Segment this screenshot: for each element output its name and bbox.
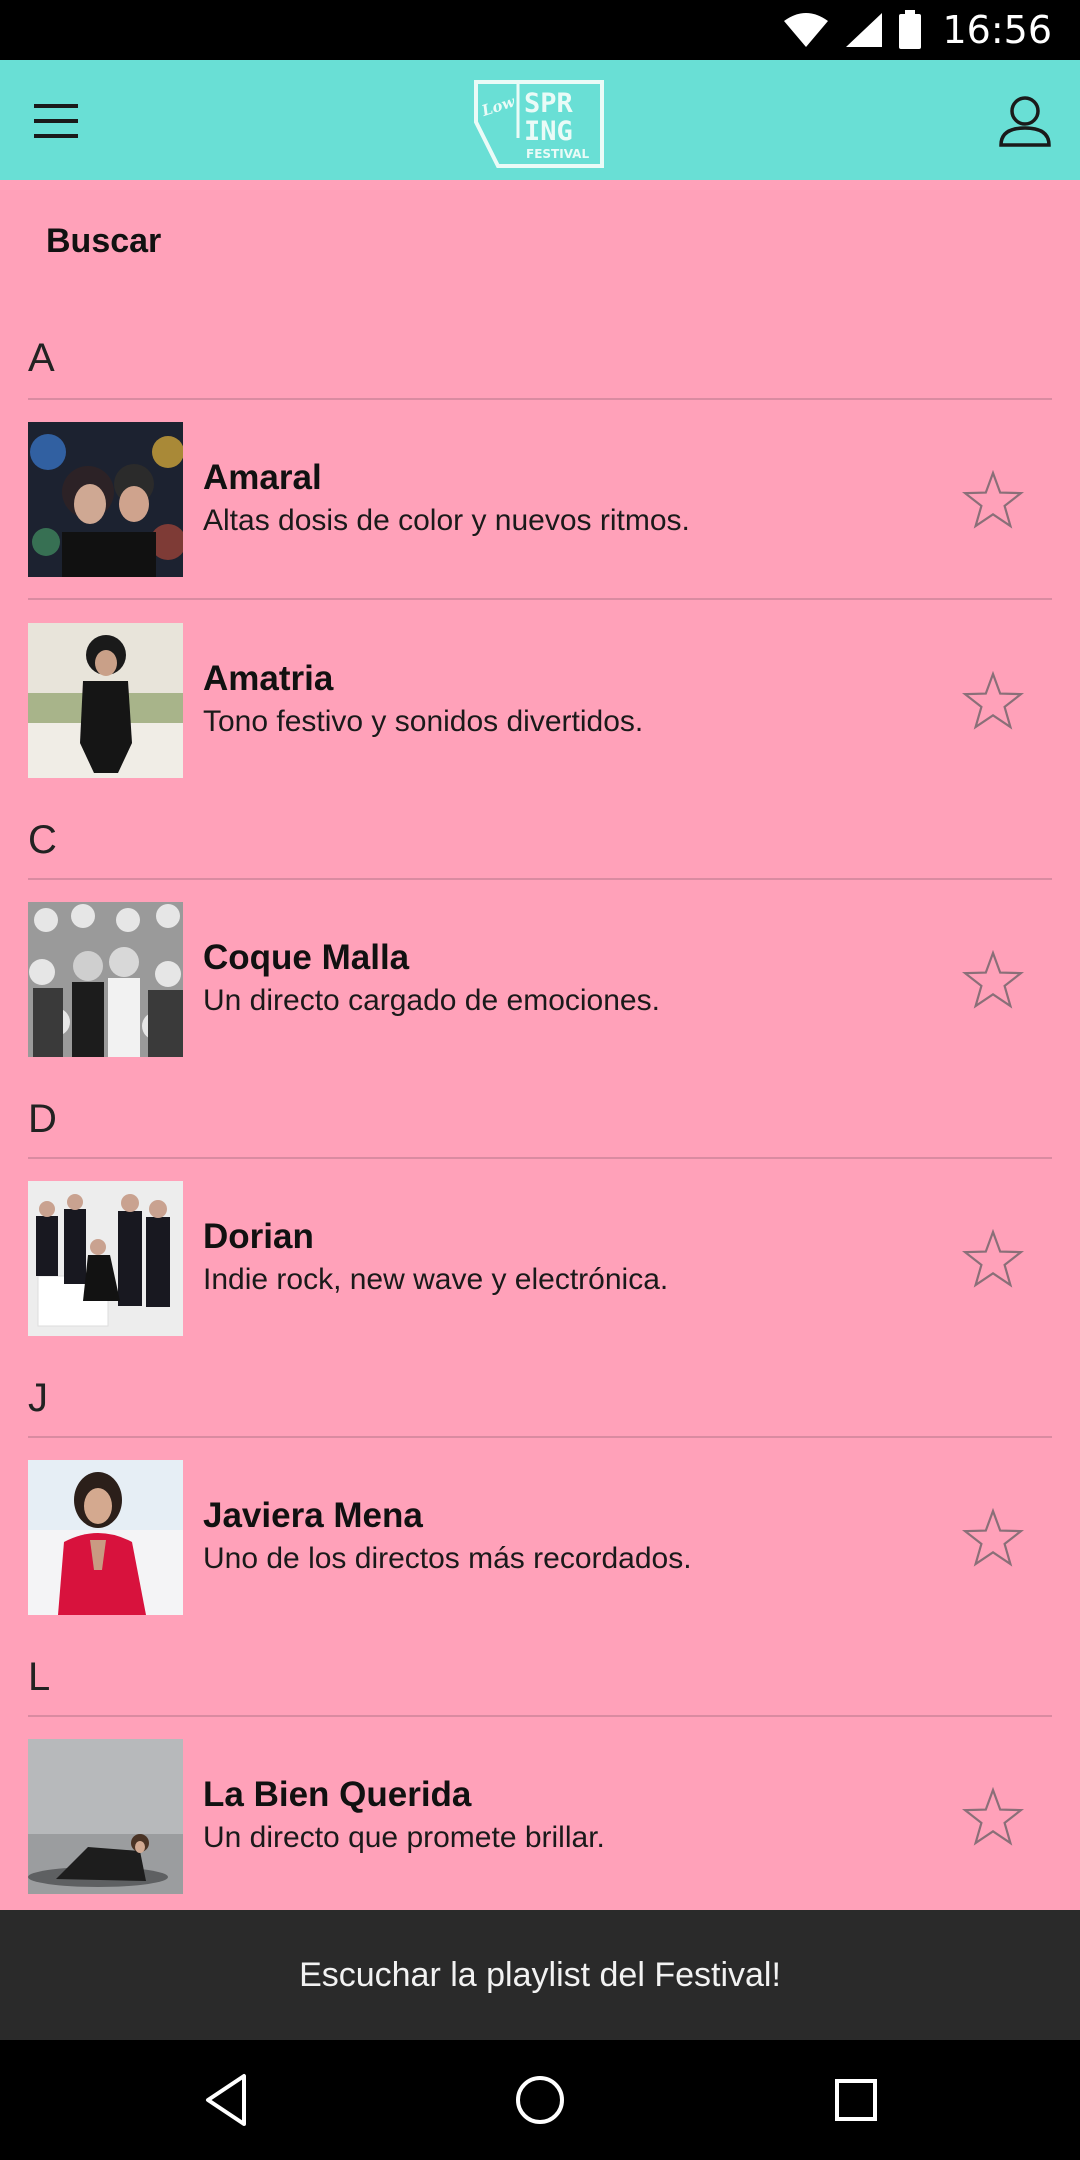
section-letter-a: A: [28, 336, 55, 380]
logo-line-3: FESTIVAL: [526, 147, 589, 161]
row-divider: [28, 598, 1052, 600]
festival-logo: Low SPR ING FESTIVAL: [474, 80, 604, 168]
section-letter-c: C: [28, 818, 57, 862]
status-bar: 16:56: [0, 0, 1080, 60]
artist-photo: [28, 623, 183, 778]
logo-line-1: SPR: [524, 88, 574, 119]
artist-name: Amaral: [203, 458, 322, 497]
favorite-star-icon[interactable]: [962, 1229, 1024, 1289]
artist-description: Un directo cargado de emociones.: [203, 984, 660, 1017]
playlist-banner-button[interactable]: Escuchar la playlist del Festival!: [0, 1910, 1080, 2040]
artist-description: Un directo que promete brillar.: [203, 1821, 605, 1854]
artist-name: Dorian: [203, 1217, 314, 1256]
artist-row-dorian[interactable]: Dorian Indie rock, new wave y electrónic…: [0, 1181, 1080, 1337]
section-letter-l: L: [28, 1655, 51, 1699]
artist-row-amatria[interactable]: Amatria Tono festivo y sonidos divertido…: [0, 623, 1080, 779]
logo-line-2: ING: [524, 116, 573, 147]
artist-name: Coque Malla: [203, 938, 410, 977]
hamburger-menu-button[interactable]: [22, 90, 90, 152]
wifi-icon: [784, 13, 829, 47]
logo-script-text: Low: [479, 92, 518, 120]
artist-description: Uno de los directos más recordados.: [203, 1542, 692, 1575]
section-letter-d: D: [28, 1097, 57, 1141]
artist-description: Tono festivo y sonidos divertidos.: [203, 705, 644, 738]
battery-icon: [899, 10, 922, 49]
favorite-star-icon[interactable]: [962, 1508, 1024, 1568]
section-divider: [28, 1715, 1052, 1717]
user-profile-icon: [999, 96, 1051, 147]
artist-row-amaral[interactable]: Amaral Altas dosis de color y nuevos rit…: [0, 422, 1080, 578]
artist-name: Javiera Mena: [203, 1496, 423, 1535]
artist-name: Amatria: [203, 659, 334, 698]
section-divider: [28, 1436, 1052, 1438]
app-bar: Low SPR ING FESTIVAL: [0, 60, 1080, 180]
section-divider: [28, 878, 1052, 880]
home-icon[interactable]: [510, 2070, 570, 2130]
artist-photo: [28, 1460, 183, 1615]
recents-icon[interactable]: [826, 2070, 886, 2130]
system-nav-bar: [0, 2040, 1080, 2160]
favorite-star-icon[interactable]: [962, 470, 1024, 530]
artist-description: Indie rock, new wave y electrónica.: [203, 1263, 669, 1296]
artist-photo: [28, 1181, 183, 1336]
profile-button[interactable]: [992, 88, 1058, 154]
status-time: 16:56: [942, 8, 1052, 52]
status-icons: 16:56: [782, 0, 1052, 60]
artist-photo: [28, 902, 183, 1057]
artist-photo: [28, 1739, 183, 1894]
favorite-star-icon[interactable]: [962, 950, 1024, 1010]
artist-row-coque-malla[interactable]: Coque Malla Un directo cargado de emocio…: [0, 902, 1080, 1058]
artist-row-la-bien-querida[interactable]: La Bien Querida Un directo que promete b…: [0, 1739, 1080, 1895]
section-divider: [28, 1157, 1052, 1159]
artist-name: La Bien Querida: [203, 1775, 472, 1814]
section-divider: [28, 398, 1052, 400]
search-field[interactable]: Buscar: [46, 222, 161, 261]
favorite-star-icon[interactable]: [962, 1787, 1024, 1847]
hamburger-menu-icon: [34, 104, 78, 138]
artist-photo: [28, 422, 183, 577]
favorite-star-icon[interactable]: [962, 671, 1024, 731]
back-icon[interactable]: [198, 2070, 258, 2130]
artist-row-javiera-mena[interactable]: Javiera Mena Uno de los directos más rec…: [0, 1460, 1080, 1616]
artist-description: Altas dosis de color y nuevos ritmos.: [203, 504, 690, 537]
section-letter-j: J: [28, 1376, 48, 1420]
signal-icon: [846, 13, 883, 47]
